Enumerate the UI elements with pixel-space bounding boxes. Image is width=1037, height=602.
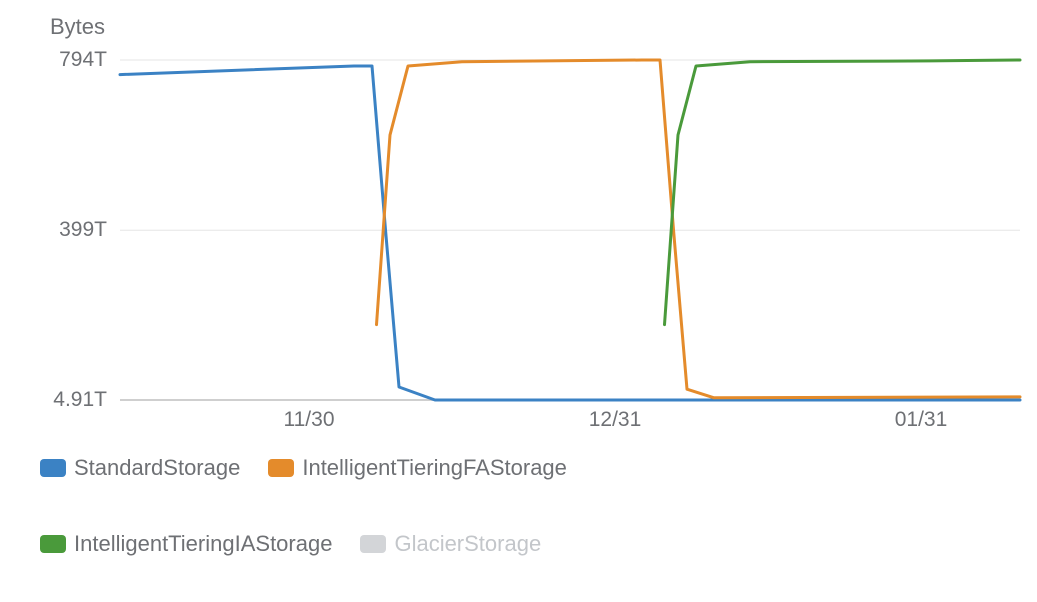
legend-item-StandardStorage[interactable]: StandardStorage bbox=[40, 450, 240, 486]
chart-svg bbox=[120, 60, 1020, 400]
chart-container: Bytes 794T 399T 4.91T 11/30 12/31 01/31 … bbox=[0, 0, 1037, 602]
y-tick-label: 794T bbox=[27, 48, 107, 72]
x-tick-label: 11/30 bbox=[284, 408, 335, 432]
series-line-StandardStorage bbox=[120, 66, 1020, 400]
legend-item-IntelligentTieringIAStorage[interactable]: IntelligentTieringIAStorage bbox=[40, 526, 332, 562]
legend-label: StandardStorage bbox=[74, 450, 240, 486]
y-axis-title: Bytes bbox=[50, 14, 105, 40]
legend-label: GlacierStorage bbox=[394, 526, 541, 562]
x-tick-label: 01/31 bbox=[895, 408, 948, 432]
legend-swatch-icon bbox=[268, 459, 294, 477]
legend-label: IntelligentTieringIAStorage bbox=[74, 526, 332, 562]
legend: StandardStorage IntelligentTieringFAStora… bbox=[40, 450, 1020, 602]
legend-item-IntelligentTieringFAStorage[interactable]: IntelligentTieringFAStorage bbox=[268, 450, 567, 486]
legend-label: IntelligentTieringFAStorage bbox=[302, 450, 567, 486]
legend-item-GlacierStorage[interactable]: GlacierStorage bbox=[360, 526, 541, 562]
x-tick-label: 12/31 bbox=[589, 408, 642, 432]
series-line-IntelligentTieringIAStorage bbox=[665, 60, 1021, 325]
legend-swatch-icon bbox=[40, 459, 66, 477]
y-tick-label: 399T bbox=[27, 218, 107, 242]
y-tick-label: 4.91T bbox=[27, 388, 107, 412]
series-line-IntelligentTieringFAStorage bbox=[377, 60, 1021, 398]
legend-swatch-icon bbox=[40, 535, 66, 553]
legend-swatch-icon bbox=[360, 535, 386, 553]
plot-area bbox=[120, 60, 1020, 400]
